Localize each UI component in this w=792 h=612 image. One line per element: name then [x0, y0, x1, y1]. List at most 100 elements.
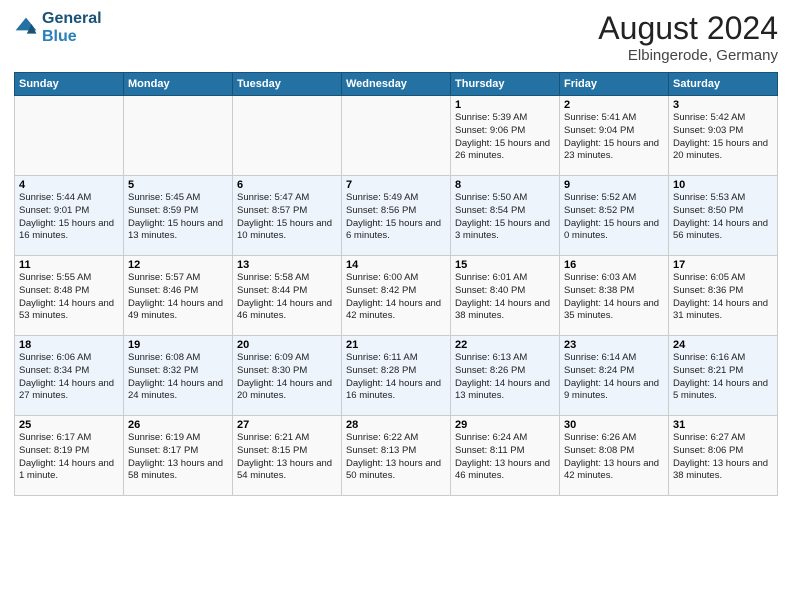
day-info: Sunrise: 5:39 AM Sunset: 9:06 PM Dayligh…	[455, 112, 555, 163]
calendar-cell: 26Sunrise: 6:19 AM Sunset: 8:17 PM Dayli…	[124, 416, 233, 496]
day-number: 21	[346, 339, 446, 351]
main-title: August 2024	[598, 10, 778, 47]
day-number: 19	[128, 339, 228, 351]
calendar-cell: 9Sunrise: 5:52 AM Sunset: 8:52 PM Daylig…	[560, 176, 669, 256]
day-number: 29	[455, 419, 555, 431]
day-number: 30	[564, 419, 664, 431]
day-info: Sunrise: 5:58 AM Sunset: 8:44 PM Dayligh…	[237, 272, 337, 323]
calendar-cell: 7Sunrise: 5:49 AM Sunset: 8:56 PM Daylig…	[342, 176, 451, 256]
day-number: 10	[673, 179, 773, 191]
logo: General Blue	[14, 10, 102, 45]
calendar-cell: 18Sunrise: 6:06 AM Sunset: 8:34 PM Dayli…	[15, 336, 124, 416]
calendar-cell	[124, 96, 233, 176]
calendar-cell: 14Sunrise: 6:00 AM Sunset: 8:42 PM Dayli…	[342, 256, 451, 336]
day-number: 7	[346, 179, 446, 191]
calendar-cell: 11Sunrise: 5:55 AM Sunset: 8:48 PM Dayli…	[15, 256, 124, 336]
day-info: Sunrise: 6:06 AM Sunset: 8:34 PM Dayligh…	[19, 352, 119, 403]
day-info: Sunrise: 5:53 AM Sunset: 8:50 PM Dayligh…	[673, 192, 773, 243]
day-info: Sunrise: 6:26 AM Sunset: 8:08 PM Dayligh…	[564, 432, 664, 483]
day-number: 11	[19, 259, 119, 271]
weekday-header-thursday: Thursday	[451, 73, 560, 96]
day-number: 23	[564, 339, 664, 351]
day-number: 16	[564, 259, 664, 271]
week-row-4: 25Sunrise: 6:17 AM Sunset: 8:19 PM Dayli…	[15, 416, 778, 496]
day-info: Sunrise: 6:19 AM Sunset: 8:17 PM Dayligh…	[128, 432, 228, 483]
day-number: 17	[673, 259, 773, 271]
calendar-cell: 10Sunrise: 5:53 AM Sunset: 8:50 PM Dayli…	[669, 176, 778, 256]
day-info: Sunrise: 6:03 AM Sunset: 8:38 PM Dayligh…	[564, 272, 664, 323]
calendar-cell: 31Sunrise: 6:27 AM Sunset: 8:06 PM Dayli…	[669, 416, 778, 496]
day-number: 18	[19, 339, 119, 351]
calendar-cell: 17Sunrise: 6:05 AM Sunset: 8:36 PM Dayli…	[669, 256, 778, 336]
day-number: 27	[237, 419, 337, 431]
day-number: 24	[673, 339, 773, 351]
calendar-cell: 19Sunrise: 6:08 AM Sunset: 8:32 PM Dayli…	[124, 336, 233, 416]
calendar-cell: 3Sunrise: 5:42 AM Sunset: 9:03 PM Daylig…	[669, 96, 778, 176]
day-info: Sunrise: 5:44 AM Sunset: 9:01 PM Dayligh…	[19, 192, 119, 243]
calendar-cell: 6Sunrise: 5:47 AM Sunset: 8:57 PM Daylig…	[233, 176, 342, 256]
day-number: 4	[19, 179, 119, 191]
day-info: Sunrise: 5:55 AM Sunset: 8:48 PM Dayligh…	[19, 272, 119, 323]
subtitle: Elbingerode, Germany	[598, 47, 778, 64]
calendar-cell: 20Sunrise: 6:09 AM Sunset: 8:30 PM Dayli…	[233, 336, 342, 416]
day-number: 28	[346, 419, 446, 431]
day-info: Sunrise: 5:42 AM Sunset: 9:03 PM Dayligh…	[673, 112, 773, 163]
weekday-header-saturday: Saturday	[669, 73, 778, 96]
calendar-cell: 23Sunrise: 6:14 AM Sunset: 8:24 PM Dayli…	[560, 336, 669, 416]
calendar-cell: 15Sunrise: 6:01 AM Sunset: 8:40 PM Dayli…	[451, 256, 560, 336]
calendar-cell: 16Sunrise: 6:03 AM Sunset: 8:38 PM Dayli…	[560, 256, 669, 336]
calendar-cell: 1Sunrise: 5:39 AM Sunset: 9:06 PM Daylig…	[451, 96, 560, 176]
title-block: August 2024 Elbingerode, Germany	[598, 10, 778, 64]
weekday-header-friday: Friday	[560, 73, 669, 96]
day-info: Sunrise: 5:47 AM Sunset: 8:57 PM Dayligh…	[237, 192, 337, 243]
day-info: Sunrise: 6:24 AM Sunset: 8:11 PM Dayligh…	[455, 432, 555, 483]
day-info: Sunrise: 6:09 AM Sunset: 8:30 PM Dayligh…	[237, 352, 337, 403]
day-info: Sunrise: 6:21 AM Sunset: 8:15 PM Dayligh…	[237, 432, 337, 483]
calendar-cell: 21Sunrise: 6:11 AM Sunset: 8:28 PM Dayli…	[342, 336, 451, 416]
week-row-1: 4Sunrise: 5:44 AM Sunset: 9:01 PM Daylig…	[15, 176, 778, 256]
calendar-cell: 27Sunrise: 6:21 AM Sunset: 8:15 PM Dayli…	[233, 416, 342, 496]
calendar-cell: 25Sunrise: 6:17 AM Sunset: 8:19 PM Dayli…	[15, 416, 124, 496]
weekday-header-sunday: Sunday	[15, 73, 124, 96]
calendar-page: General Blue August 2024 Elbingerode, Ge…	[0, 0, 792, 612]
weekday-header-tuesday: Tuesday	[233, 73, 342, 96]
day-info: Sunrise: 5:50 AM Sunset: 8:54 PM Dayligh…	[455, 192, 555, 243]
day-info: Sunrise: 6:16 AM Sunset: 8:21 PM Dayligh…	[673, 352, 773, 403]
day-number: 2	[564, 99, 664, 111]
day-number: 9	[564, 179, 664, 191]
weekday-header-monday: Monday	[124, 73, 233, 96]
day-number: 14	[346, 259, 446, 271]
day-number: 25	[19, 419, 119, 431]
day-info: Sunrise: 6:00 AM Sunset: 8:42 PM Dayligh…	[346, 272, 446, 323]
day-number: 15	[455, 259, 555, 271]
calendar-cell: 28Sunrise: 6:22 AM Sunset: 8:13 PM Dayli…	[342, 416, 451, 496]
day-number: 5	[128, 179, 228, 191]
day-info: Sunrise: 6:22 AM Sunset: 8:13 PM Dayligh…	[346, 432, 446, 483]
calendar-cell: 29Sunrise: 6:24 AM Sunset: 8:11 PM Dayli…	[451, 416, 560, 496]
calendar-table: SundayMondayTuesdayWednesdayThursdayFrid…	[14, 72, 778, 496]
day-number: 1	[455, 99, 555, 111]
day-info: Sunrise: 5:52 AM Sunset: 8:52 PM Dayligh…	[564, 192, 664, 243]
day-info: Sunrise: 6:08 AM Sunset: 8:32 PM Dayligh…	[128, 352, 228, 403]
calendar-cell	[15, 96, 124, 176]
day-info: Sunrise: 6:05 AM Sunset: 8:36 PM Dayligh…	[673, 272, 773, 323]
day-info: Sunrise: 6:13 AM Sunset: 8:26 PM Dayligh…	[455, 352, 555, 403]
header: General Blue August 2024 Elbingerode, Ge…	[14, 10, 778, 64]
logo-icon	[14, 16, 38, 40]
weekday-header-wednesday: Wednesday	[342, 73, 451, 96]
day-info: Sunrise: 6:14 AM Sunset: 8:24 PM Dayligh…	[564, 352, 664, 403]
day-info: Sunrise: 5:49 AM Sunset: 8:56 PM Dayligh…	[346, 192, 446, 243]
day-number: 13	[237, 259, 337, 271]
calendar-cell: 12Sunrise: 5:57 AM Sunset: 8:46 PM Dayli…	[124, 256, 233, 336]
day-info: Sunrise: 6:01 AM Sunset: 8:40 PM Dayligh…	[455, 272, 555, 323]
calendar-cell: 2Sunrise: 5:41 AM Sunset: 9:04 PM Daylig…	[560, 96, 669, 176]
day-number: 26	[128, 419, 228, 431]
day-number: 8	[455, 179, 555, 191]
calendar-cell: 24Sunrise: 6:16 AM Sunset: 8:21 PM Dayli…	[669, 336, 778, 416]
day-number: 3	[673, 99, 773, 111]
day-info: Sunrise: 6:27 AM Sunset: 8:06 PM Dayligh…	[673, 432, 773, 483]
day-info: Sunrise: 5:57 AM Sunset: 8:46 PM Dayligh…	[128, 272, 228, 323]
day-number: 22	[455, 339, 555, 351]
calendar-cell: 4Sunrise: 5:44 AM Sunset: 9:01 PM Daylig…	[15, 176, 124, 256]
calendar-cell	[233, 96, 342, 176]
